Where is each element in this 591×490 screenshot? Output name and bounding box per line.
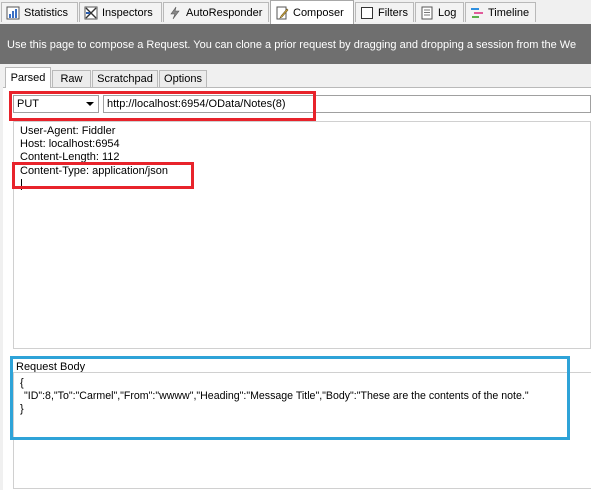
checkbox-icon [361,6,373,19]
subtab-label: Options [164,73,202,85]
highlight-request-body [10,356,570,440]
subtab-label: Parsed [10,72,46,84]
tab-label: Inspectors [102,6,153,19]
timeline-icon [471,7,483,18]
highlight-content-type [12,162,194,189]
subtab-label: Raw [60,73,83,85]
banner-text: Use this page to compose a Request. You … [7,39,577,51]
tab-statistics[interactable]: Statistics [1,2,78,22]
statistics-icon [6,6,20,19]
header-line: Content-Length: 112 [20,151,120,162]
tab-autoresponder[interactable]: AutoResponder [163,2,269,22]
composer-info-banner: Use this page to compose a Request. You … [0,24,591,64]
subtab-options[interactable]: Options [159,70,207,87]
request-headers-textarea[interactable]: User-Agent: Fiddler Host: localhost:6954… [13,121,591,349]
header-line: User-Agent: Fiddler [20,125,116,137]
tab-label: Timeline [488,6,530,19]
tab-label: AutoResponder [186,6,263,19]
tab-log[interactable]: Log [415,2,464,22]
tab-filters[interactable]: Filters [355,2,414,22]
log-icon [421,6,433,19]
inspectors-icon [84,6,98,19]
tab-composer[interactable]: Composer [270,0,354,24]
highlight-method-url [9,91,316,121]
tab-label: Filters [378,6,408,19]
tab-label: Log [438,6,457,19]
tab-label: Composer [293,6,344,19]
tab-label: Statistics [24,6,69,19]
subtab-parsed[interactable]: Parsed [5,67,51,88]
subtab-label: Scratchpad [97,73,153,85]
tab-timeline[interactable]: Timeline [465,2,536,22]
tab-inspectors[interactable]: Inspectors [79,2,162,22]
composer-icon [276,6,289,19]
lightning-icon [170,6,180,19]
subtab-scratchpad[interactable]: Scratchpad [92,70,158,87]
header-line: Host: localhost:6954 [20,138,120,150]
subtab-raw[interactable]: Raw [52,70,91,87]
